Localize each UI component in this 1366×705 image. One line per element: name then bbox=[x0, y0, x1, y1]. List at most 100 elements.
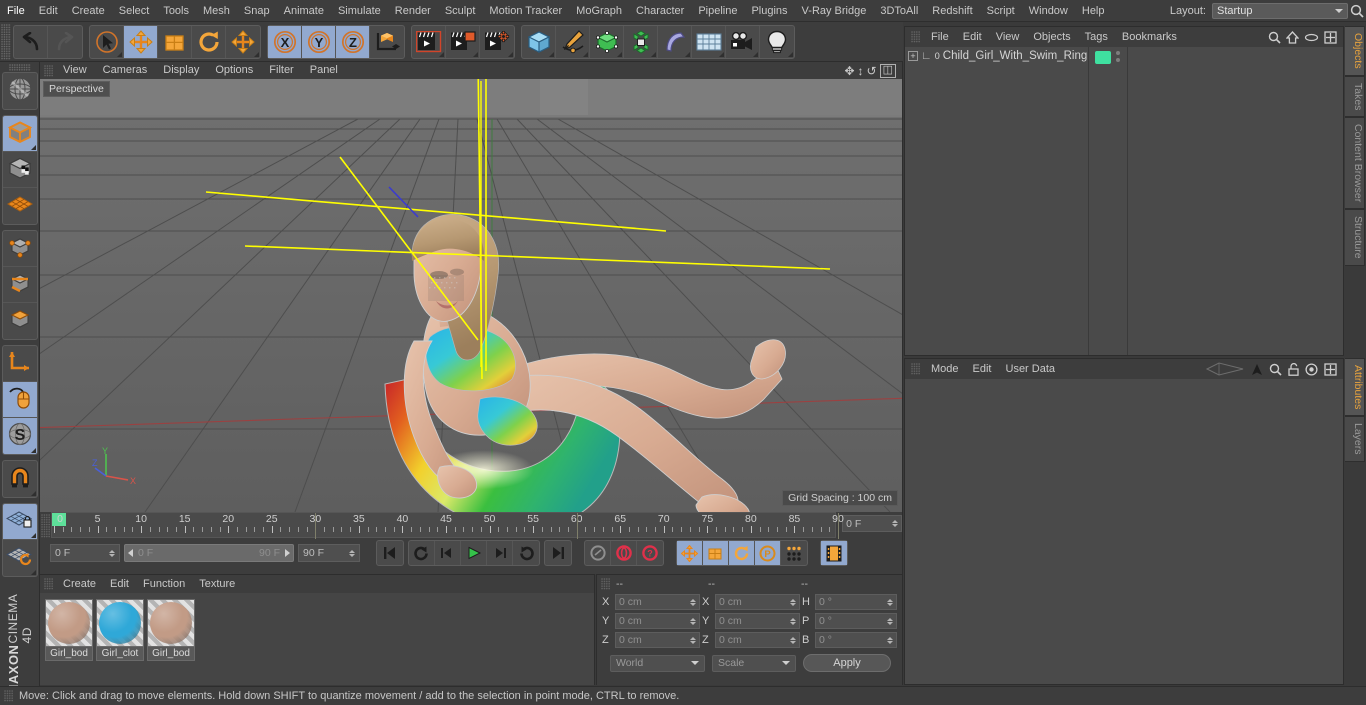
record-scale-button[interactable] bbox=[703, 541, 729, 565]
material-item[interactable]: Girl_clot bbox=[96, 599, 144, 685]
record-points-button[interactable] bbox=[781, 541, 807, 565]
pan-icon[interactable]: ✥ bbox=[844, 64, 854, 78]
model-mode-button[interactable] bbox=[2, 115, 37, 152]
left-palette-grip[interactable] bbox=[8, 64, 31, 71]
play-button[interactable] bbox=[461, 541, 487, 565]
dropdown-corner-icon[interactable] bbox=[685, 51, 690, 57]
target-icon[interactable] bbox=[1305, 362, 1318, 376]
coord-spinner[interactable] bbox=[790, 636, 796, 644]
dropdown-corner-icon[interactable] bbox=[30, 490, 36, 496]
dropdown-corner-icon[interactable] bbox=[508, 51, 513, 57]
attributes-menu-mode[interactable]: Mode bbox=[924, 359, 966, 379]
arrow-up-icon[interactable] bbox=[1251, 363, 1263, 376]
coordinates-grip[interactable] bbox=[601, 577, 610, 590]
coord-spinner[interactable] bbox=[887, 636, 893, 644]
object-name[interactable]: Child_Girl_With_Swim_Ring bbox=[943, 50, 1087, 62]
attributes-menu-edit[interactable]: Edit bbox=[966, 359, 999, 379]
menu-character[interactable]: Character bbox=[629, 0, 691, 22]
tab-takes[interactable]: Takes bbox=[1345, 75, 1365, 118]
record-rotation-button[interactable] bbox=[729, 541, 755, 565]
menu-motion-tracker[interactable]: Motion Tracker bbox=[482, 0, 569, 22]
viewport-canvas[interactable]: Perspective Grid Spacing : 100 cm Y X Z bbox=[40, 79, 902, 512]
object-manager-grip[interactable] bbox=[911, 31, 920, 43]
record-position-button[interactable] bbox=[677, 541, 703, 565]
start-frame-spinner[interactable] bbox=[109, 549, 115, 557]
tab-objects[interactable]: Objects bbox=[1345, 26, 1365, 76]
world-object-coord-button[interactable] bbox=[370, 26, 404, 58]
coord-input[interactable]: 0 cm bbox=[715, 594, 800, 610]
axis-mode-button[interactable] bbox=[2, 346, 37, 382]
menu-sculpt[interactable]: Sculpt bbox=[438, 0, 483, 22]
timeline-grip[interactable] bbox=[41, 514, 50, 538]
object-menu-bookmarks[interactable]: Bookmarks bbox=[1115, 27, 1184, 47]
attributes-content[interactable] bbox=[905, 379, 1343, 684]
menu-window[interactable]: Window bbox=[1022, 0, 1075, 22]
coord-input[interactable]: 0 ° bbox=[815, 632, 897, 648]
add-cube-button[interactable] bbox=[522, 25, 556, 58]
object-tree[interactable]: + ∟ 0 Child_Girl_With_Swim_Ring bbox=[905, 47, 1343, 355]
move-up-down-icon[interactable]: ↕ bbox=[858, 64, 864, 78]
viewport-menu-grip[interactable] bbox=[44, 64, 53, 77]
eye-icon[interactable] bbox=[1304, 32, 1319, 43]
statusbar-grip[interactable] bbox=[4, 690, 13, 702]
record-pla-button[interactable]: P bbox=[755, 541, 781, 565]
points-mode-button[interactable] bbox=[2, 231, 37, 267]
viewport-menu-display[interactable]: Display bbox=[155, 62, 207, 79]
workplane-rotate-button[interactable] bbox=[3, 540, 37, 576]
apply-button[interactable]: Apply bbox=[803, 654, 891, 672]
coord-spinner[interactable] bbox=[690, 617, 696, 625]
menu-select[interactable]: Select bbox=[112, 0, 157, 22]
attributes-grip[interactable] bbox=[911, 363, 920, 375]
toolbar-grip[interactable] bbox=[1, 23, 11, 60]
attributes-menu-user-data[interactable]: User Data bbox=[999, 359, 1063, 379]
coord-spinner[interactable] bbox=[790, 598, 796, 606]
polygons-mode-button[interactable] bbox=[3, 303, 37, 339]
go-to-end-button[interactable] bbox=[545, 541, 571, 565]
add-light-button[interactable] bbox=[760, 26, 794, 58]
tab-layers[interactable]: Layers bbox=[1345, 416, 1365, 462]
menu-create[interactable]: Create bbox=[65, 0, 112, 22]
dropdown-corner-icon[interactable] bbox=[439, 51, 444, 57]
start-frame-field[interactable]: 0 F bbox=[50, 544, 120, 562]
step-back-button[interactable] bbox=[435, 541, 461, 565]
menu-script[interactable]: Script bbox=[980, 0, 1022, 22]
object-tag-swatch[interactable] bbox=[1095, 51, 1111, 64]
menu-redshift[interactable]: Redshift bbox=[925, 0, 979, 22]
keyframe-selection-button[interactable]: ? bbox=[637, 541, 663, 565]
menu-edit[interactable]: Edit bbox=[32, 0, 65, 22]
menu-mograph[interactable]: MoGraph bbox=[569, 0, 629, 22]
rotate-icon[interactable]: ↺ bbox=[867, 64, 877, 78]
dropdown-corner-icon[interactable] bbox=[30, 144, 36, 150]
viewport-menu-panel[interactable]: Panel bbox=[302, 62, 346, 79]
material-item[interactable]: Girl_bod bbox=[45, 599, 93, 685]
render-view-button[interactable] bbox=[412, 25, 446, 58]
dropdown-corner-icon[interactable] bbox=[473, 51, 478, 57]
material-menu-grip[interactable] bbox=[44, 578, 53, 590]
coord-spinner[interactable] bbox=[887, 598, 893, 606]
dropdown-corner-icon[interactable] bbox=[719, 51, 724, 57]
viewport-menu-view[interactable]: View bbox=[55, 62, 95, 79]
lock-z-button[interactable]: Z bbox=[336, 25, 370, 58]
expand-toggle-icon[interactable]: + bbox=[908, 51, 918, 61]
material-preview[interactable] bbox=[147, 599, 195, 647]
current-frame-field[interactable]: 0 F bbox=[842, 515, 902, 532]
dropdown-corner-icon[interactable] bbox=[254, 51, 259, 57]
tab-content-browser[interactable]: Content Browser bbox=[1345, 117, 1365, 210]
dropdown-corner-icon[interactable] bbox=[617, 51, 622, 57]
add-generator-button[interactable] bbox=[590, 25, 624, 58]
object-menu-file[interactable]: File bbox=[924, 27, 956, 47]
timeline-toggle-button[interactable] bbox=[821, 541, 847, 565]
move-dup-button[interactable] bbox=[226, 26, 260, 58]
range-right-arrow[interactable] bbox=[285, 549, 290, 557]
end-frame-field[interactable]: 90 F bbox=[298, 544, 360, 562]
material-item[interactable]: Girl_bod bbox=[147, 599, 195, 685]
rotate-button[interactable] bbox=[192, 25, 226, 58]
undo-button[interactable] bbox=[14, 25, 48, 58]
viewport-menu-options[interactable]: Options bbox=[207, 62, 261, 79]
menu-animate[interactable]: Animate bbox=[277, 0, 331, 22]
play-backwards-loop-button[interactable] bbox=[409, 541, 435, 565]
soft-selection-button[interactable]: S bbox=[2, 417, 37, 454]
edges-mode-button[interactable] bbox=[2, 267, 37, 303]
add-camera-button[interactable] bbox=[726, 25, 760, 58]
texture-mode-button[interactable] bbox=[2, 152, 37, 188]
